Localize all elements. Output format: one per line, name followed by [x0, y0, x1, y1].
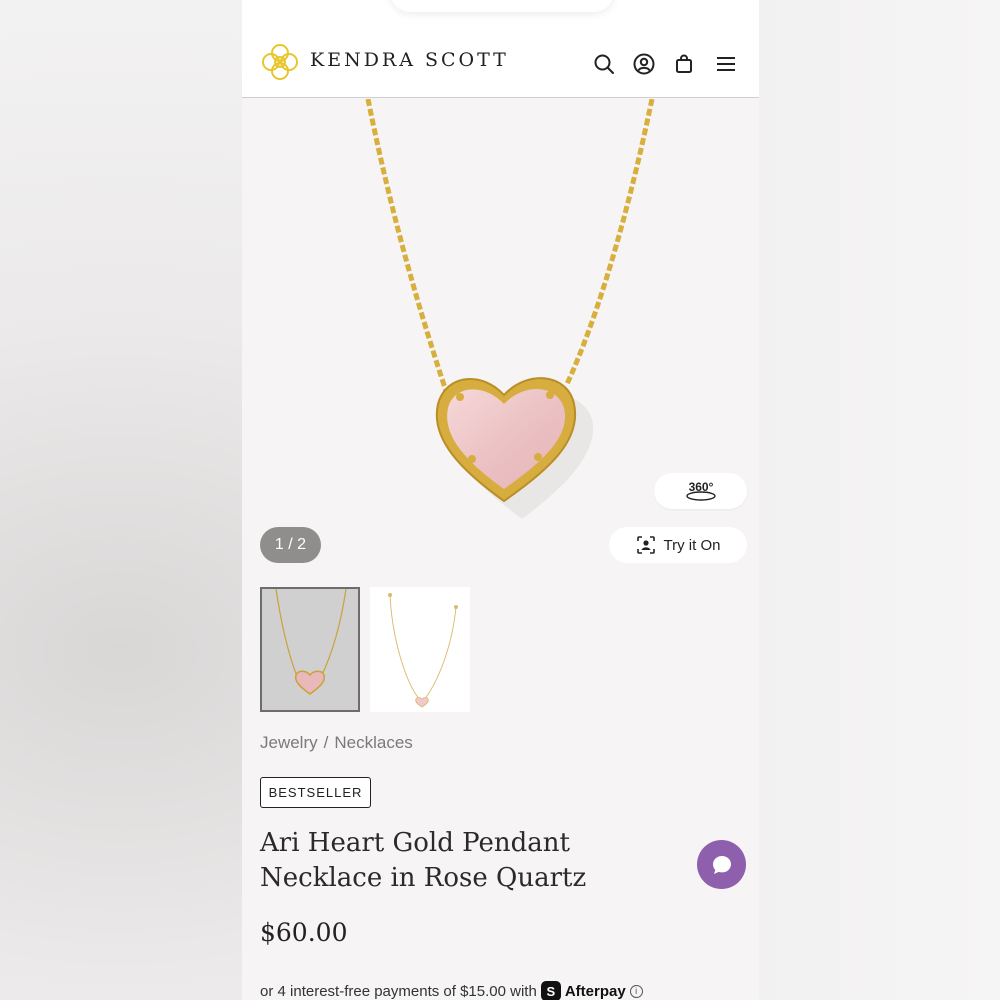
account-icon[interactable]	[632, 52, 656, 76]
thumbnail-necklace-image	[275, 589, 347, 695]
chat-button[interactable]	[697, 840, 746, 889]
rotate-360-icon: 360°	[685, 480, 716, 501]
try-it-on-button[interactable]: Try it On	[609, 527, 747, 563]
thumbnail-full-necklace-image	[388, 593, 458, 708]
kendra-scott-logo-icon[interactable]	[260, 42, 300, 82]
camera-face-icon	[636, 536, 655, 554]
page-background-right	[759, 0, 1000, 1000]
product-price: $60.00	[260, 918, 348, 947]
try-it-on-label: Try it On	[663, 536, 721, 554]
image-counter: 1 / 2	[260, 527, 321, 563]
breadcrumb: Jewelry / Necklaces	[260, 733, 413, 753]
shopping-bag-icon[interactable]	[672, 52, 696, 76]
thumbnail-2[interactable]	[370, 587, 470, 712]
browser-address-pill	[390, 0, 614, 12]
afterpay-message: or 4 interest-free payments of $15.00 wi…	[260, 981, 643, 1000]
afterpay-text: or 4 interest-free payments of $15.00 wi…	[260, 982, 537, 1000]
site-header: KENDRA SCOTT	[242, 0, 759, 98]
product-title: Ari Heart Gold Pendant Necklace in Rose …	[260, 828, 587, 893]
breadcrumb-separator: /	[323, 733, 329, 752]
search-icon[interactable]	[592, 52, 616, 76]
breadcrumb-jewelry[interactable]: Jewelry	[260, 733, 318, 752]
mobile-viewport: KENDRA SCOTT 360° 1 / 2 Try it On Jewelr…	[242, 0, 759, 1000]
afterpay-logo-icon: S	[540, 981, 561, 1000]
chat-bubble-icon	[712, 855, 731, 874]
menu-icon[interactable]	[714, 52, 738, 76]
info-icon[interactable]: i	[629, 984, 643, 998]
brand-wordmark[interactable]: KENDRA SCOTT	[310, 49, 509, 71]
thumbnail-1[interactable]	[260, 587, 360, 712]
bestseller-badge: BESTSELLER	[260, 777, 371, 808]
breadcrumb-necklaces[interactable]: Necklaces	[334, 733, 412, 752]
afterpay-brand: Afterpay	[564, 982, 626, 1000]
view-360-button[interactable]: 360°	[654, 473, 747, 509]
